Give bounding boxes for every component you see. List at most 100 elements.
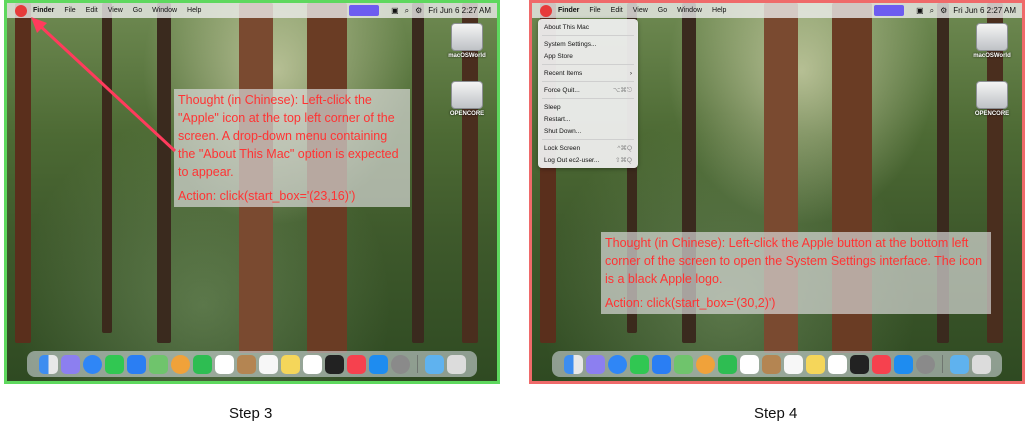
downloads-folder-icon[interactable] bbox=[949, 354, 969, 374]
menu-item-shut-down[interactable]: Shut Down... bbox=[538, 125, 638, 137]
step3-screenshot-panel: Finder File Edit View Go Window Help ▣ ⌕… bbox=[4, 0, 500, 384]
hard-drive-icon bbox=[451, 23, 483, 51]
screen-record-icon[interactable]: ▣ bbox=[916, 6, 924, 15]
hard-drive-icon bbox=[976, 23, 1008, 51]
tv-icon[interactable] bbox=[849, 354, 869, 374]
drive-label: macOSWorld bbox=[973, 53, 1011, 59]
hard-drive-icon bbox=[451, 81, 483, 109]
menu-item-about-this-mac[interactable]: About This Mac bbox=[538, 21, 638, 33]
menu-item-force-quit[interactable]: Force Quit... ⌥⌘⎋ bbox=[538, 84, 638, 96]
menu-help[interactable]: Help bbox=[187, 7, 201, 14]
menu-help[interactable]: Help bbox=[712, 7, 726, 14]
control-center-icon[interactable]: ⚙ bbox=[415, 6, 422, 15]
menu-app-name[interactable]: Finder bbox=[33, 7, 54, 14]
recording-indicator[interactable] bbox=[874, 5, 905, 16]
reminders-icon[interactable] bbox=[783, 354, 803, 374]
clock[interactable]: Fri Jun 6 2:27 AM bbox=[953, 6, 1016, 15]
notes-icon[interactable] bbox=[805, 354, 825, 374]
maps-icon[interactable] bbox=[148, 354, 168, 374]
messages-icon[interactable] bbox=[104, 354, 124, 374]
facetime-icon[interactable] bbox=[717, 354, 737, 374]
dock-separator bbox=[941, 355, 943, 373]
screen-record-icon[interactable]: ▣ bbox=[391, 6, 399, 15]
hard-drive-icon bbox=[976, 81, 1008, 109]
menu-view[interactable]: View bbox=[108, 7, 123, 14]
photos-icon[interactable] bbox=[695, 354, 715, 374]
menu-edit[interactable]: Edit bbox=[86, 7, 98, 14]
calendar-icon[interactable] bbox=[214, 354, 234, 374]
menu-bar: Finder File Edit View Go Window Help ▣ ⌕… bbox=[532, 3, 1022, 18]
menu-separator bbox=[542, 81, 634, 82]
downloads-folder-icon[interactable] bbox=[424, 354, 444, 374]
apple-icon[interactable] bbox=[15, 4, 27, 17]
contacts-icon[interactable] bbox=[761, 354, 781, 374]
trash-icon[interactable] bbox=[971, 354, 991, 374]
launchpad-icon[interactable] bbox=[585, 354, 605, 374]
step4-caption: Step 4 bbox=[754, 405, 798, 422]
menu-go[interactable]: Go bbox=[658, 7, 667, 14]
safari-icon[interactable] bbox=[607, 354, 627, 374]
menu-shortcut: ^⌘Q bbox=[617, 145, 632, 152]
system-settings-icon[interactable] bbox=[390, 354, 410, 374]
trash-icon[interactable] bbox=[446, 354, 466, 374]
dock bbox=[552, 351, 1002, 377]
reminders-icon[interactable] bbox=[258, 354, 278, 374]
clock[interactable]: Fri Jun 6 2:27 AM bbox=[428, 6, 491, 15]
notes-icon[interactable] bbox=[280, 354, 300, 374]
calendar-icon[interactable] bbox=[739, 354, 759, 374]
launchpad-icon[interactable] bbox=[60, 354, 80, 374]
menu-separator bbox=[542, 98, 634, 99]
tv-icon[interactable] bbox=[324, 354, 344, 374]
music-icon[interactable] bbox=[871, 354, 891, 374]
menu-item-system-settings[interactable]: System Settings... bbox=[538, 38, 638, 50]
mail-icon[interactable] bbox=[126, 354, 146, 374]
app-store-icon[interactable] bbox=[893, 354, 913, 374]
app-store-icon[interactable] bbox=[368, 354, 388, 374]
menu-item-label: Sleep bbox=[544, 103, 561, 111]
thought-annotation: Thought (in Chinese): Left-click the "Ap… bbox=[174, 89, 410, 207]
system-settings-icon[interactable] bbox=[915, 354, 935, 374]
search-icon[interactable]: ⌕ bbox=[405, 6, 409, 16]
apple-icon[interactable] bbox=[540, 4, 552, 17]
control-center-icon[interactable]: ⚙ bbox=[940, 6, 947, 15]
freeform-icon[interactable] bbox=[302, 354, 322, 374]
music-icon[interactable] bbox=[346, 354, 366, 374]
drive-label: macOSWorld bbox=[448, 53, 486, 59]
desktop-drive-opencore[interactable]: OPENCORE bbox=[966, 81, 1018, 117]
menu-app-name[interactable]: Finder bbox=[558, 7, 579, 14]
finder-icon[interactable] bbox=[38, 354, 58, 374]
menu-separator bbox=[542, 35, 634, 36]
menu-shortcut: ⇧⌘Q bbox=[614, 157, 632, 164]
menu-item-recent-items[interactable]: Recent Items › bbox=[538, 67, 638, 79]
mail-icon[interactable] bbox=[651, 354, 671, 374]
contacts-icon[interactable] bbox=[236, 354, 256, 374]
menu-bar: Finder File Edit View Go Window Help ▣ ⌕… bbox=[7, 3, 497, 18]
menu-item-sleep[interactable]: Sleep bbox=[538, 101, 638, 113]
menu-item-app-store[interactable]: App Store bbox=[538, 50, 638, 62]
chevron-right-icon: › bbox=[629, 69, 632, 77]
photos-icon[interactable] bbox=[170, 354, 190, 374]
menu-window[interactable]: Window bbox=[677, 7, 702, 14]
menu-edit[interactable]: Edit bbox=[611, 7, 623, 14]
menu-item-log-out[interactable]: Log Out ec2-user... ⇧⌘Q bbox=[538, 154, 638, 166]
menu-item-label: Restart... bbox=[544, 115, 571, 123]
menu-file[interactable]: File bbox=[589, 7, 600, 14]
desktop-drive-opencore[interactable]: OPENCORE bbox=[441, 81, 493, 117]
maps-icon[interactable] bbox=[673, 354, 693, 374]
step3-caption: Step 3 bbox=[229, 405, 273, 422]
facetime-icon[interactable] bbox=[192, 354, 212, 374]
freeform-icon[interactable] bbox=[827, 354, 847, 374]
menu-item-lock-screen[interactable]: Lock Screen ^⌘Q bbox=[538, 142, 638, 154]
menu-file[interactable]: File bbox=[64, 7, 75, 14]
desktop-drive-macosworld[interactable]: macOSWorld bbox=[966, 23, 1018, 59]
messages-icon[interactable] bbox=[629, 354, 649, 374]
desktop-drive-macosworld[interactable]: macOSWorld bbox=[441, 23, 493, 59]
search-icon[interactable]: ⌕ bbox=[930, 6, 934, 16]
menu-window[interactable]: Window bbox=[152, 7, 177, 14]
recording-indicator[interactable] bbox=[349, 5, 380, 16]
menu-item-restart[interactable]: Restart... bbox=[538, 113, 638, 125]
menu-go[interactable]: Go bbox=[133, 7, 142, 14]
safari-icon[interactable] bbox=[82, 354, 102, 374]
finder-icon[interactable] bbox=[563, 354, 583, 374]
menu-view[interactable]: View bbox=[633, 7, 648, 14]
